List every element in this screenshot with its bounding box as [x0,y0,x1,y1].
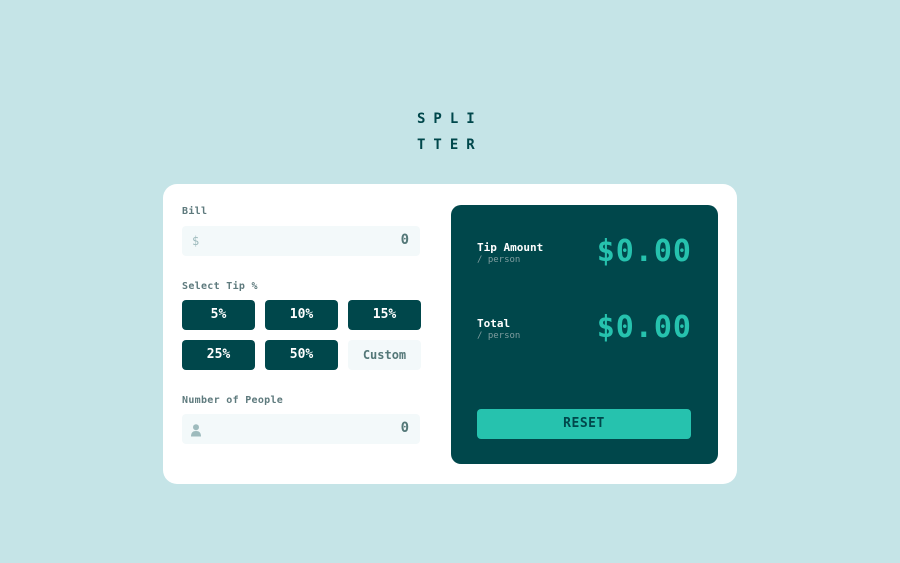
person-icon [191,422,201,441]
tip-amount-sub: / person [477,255,521,265]
tip-50-button[interactable]: 50% [265,340,338,370]
logo-line-1: SPLI [417,111,483,127]
bill-input[interactable]: $ 0 [182,226,420,256]
reset-button[interactable]: RESET [477,409,691,439]
tip-amount-title: Tip Amount [477,241,544,254]
tip-custom-input[interactable]: Custom [348,340,421,370]
bill-value: 0 [400,232,409,248]
tip-10-button[interactable]: 10% [265,300,338,330]
tip-15-button[interactable]: 15% [348,300,421,330]
select-tip-label: Select Tip % [182,281,258,292]
people-value: 0 [400,420,409,436]
total-sub: / person [477,331,521,341]
tip-5-button[interactable]: 5% [182,300,255,330]
total-title: Total [477,317,511,330]
dollar-icon: $ [192,234,200,248]
tip-25-button[interactable]: 25% [182,340,255,370]
bill-label: Bill [182,206,208,217]
people-label: Number of People [182,395,284,406]
people-input[interactable]: 0 [182,414,420,444]
calculator-card: Bill $ 0 Select Tip % 5% 10% 15% 25% 50%… [163,184,737,484]
app-logo: SPLI TTER [417,106,487,158]
tip-amount-value: $0.00 [596,234,692,269]
logo-line-2: TTER [417,137,483,153]
results-panel: Tip Amount / person $0.00 Total / person… [451,205,718,464]
total-value: $0.00 [596,310,692,345]
